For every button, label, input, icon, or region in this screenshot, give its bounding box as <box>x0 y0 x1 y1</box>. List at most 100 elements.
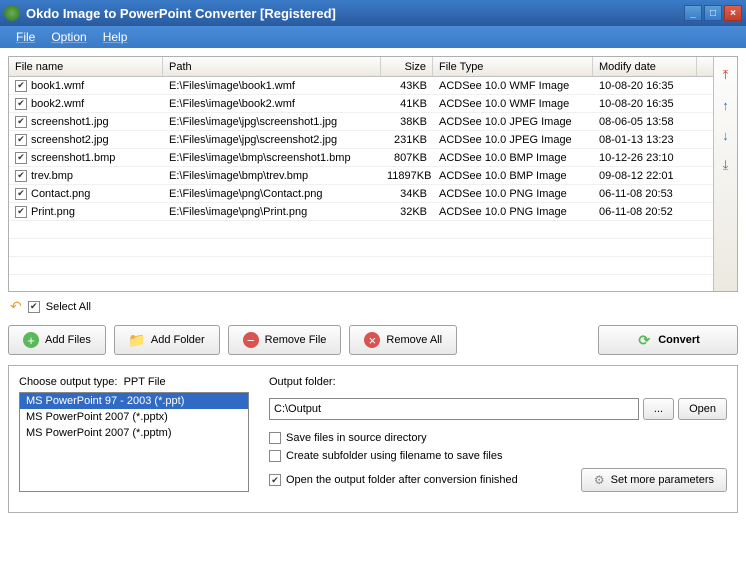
plus-icon: + <box>23 332 39 348</box>
cell-type: ACDSee 10.0 JPEG Image <box>433 115 593 129</box>
convert-label: Convert <box>658 334 700 346</box>
file-list-panel: File name Path Size File Type Modify dat… <box>8 56 738 292</box>
cell-name: screenshot1.jpg <box>31 116 109 128</box>
convert-button[interactable]: ⟳ Convert <box>598 325 738 355</box>
row-checkbox[interactable] <box>15 206 27 218</box>
cell-date: 08-06-05 13:58 <box>593 115 697 129</box>
cell-date: 06-11-08 20:53 <box>593 187 697 201</box>
subfolder-label: Create subfolder using filename to save … <box>286 450 502 462</box>
save-source-label: Save files in source directory <box>286 432 427 444</box>
col-header-name[interactable]: File name <box>9 57 163 76</box>
cell-date: 08-01-13 13:23 <box>593 133 697 147</box>
browse-button[interactable]: ... <box>643 398 674 420</box>
open-after-checkbox[interactable] <box>269 474 281 486</box>
output-type-item[interactable]: MS PowerPoint 97 - 2003 (*.ppt) <box>20 393 248 409</box>
cell-date: 10-08-20 16:35 <box>593 79 697 93</box>
move-up-button[interactable]: ↑ <box>718 97 734 113</box>
output-type-listbox[interactable]: MS PowerPoint 97 - 2003 (*.ppt)MS PowerP… <box>19 392 249 492</box>
table-row[interactable]: book1.wmfE:\Files\image\book1.wmf43KBACD… <box>9 77 713 95</box>
cell-name: Contact.png <box>31 188 90 200</box>
remove-all-button[interactable]: × Remove All <box>349 325 457 355</box>
subfolder-checkbox[interactable] <box>269 450 281 462</box>
window-title: Okdo Image to PowerPoint Converter [Regi… <box>26 6 684 21</box>
col-header-date[interactable]: Modify date <box>593 57 697 76</box>
cell-type: ACDSee 10.0 WMF Image <box>433 79 593 93</box>
add-folder-label: Add Folder <box>151 334 205 346</box>
select-all-label: Select All <box>46 301 91 313</box>
move-down-button[interactable]: ↓ <box>718 127 734 143</box>
cell-name: screenshot1.bmp <box>31 152 115 164</box>
move-bottom-button[interactable]: ⤓ <box>718 157 734 173</box>
table-row-empty <box>9 257 713 275</box>
convert-icon: ⟳ <box>636 332 652 348</box>
cell-type: ACDSee 10.0 BMP Image <box>433 151 593 165</box>
minus-icon: − <box>243 332 259 348</box>
output-panel: Choose output type: PPT File MS PowerPoi… <box>8 365 738 513</box>
cell-size: 807KB <box>381 151 433 165</box>
cell-type: ACDSee 10.0 WMF Image <box>433 97 593 111</box>
remove-file-button[interactable]: − Remove File <box>228 325 342 355</box>
table-row[interactable]: Contact.png E:\Files\image\png\Contact.pn… <box>9 185 713 203</box>
table-row[interactable]: trev.bmpE:\Files\image\bmp\trev.bmp11897… <box>9 167 713 185</box>
cell-size: 38KB <box>381 115 433 129</box>
cell-path: E:\Files\image\png\Contact.png <box>163 187 381 201</box>
cell-path: E:\Files\image\png\Print.png <box>163 205 381 219</box>
folder-icon: 📁 <box>129 332 145 348</box>
menu-file[interactable]: File <box>8 30 43 44</box>
cell-size: 41KB <box>381 97 433 111</box>
row-checkbox[interactable] <box>15 80 27 92</box>
more-params-label: Set more parameters <box>611 474 714 486</box>
row-checkbox[interactable] <box>15 152 27 164</box>
table-row-empty <box>9 221 713 239</box>
row-checkbox[interactable] <box>15 170 27 182</box>
cell-path: E:\Files\image\bmp\screenshot1.bmp <box>163 151 381 165</box>
cell-path: E:\Files\image\book2.wmf <box>163 97 381 111</box>
table-row[interactable]: screenshot2.jpg E:\Files\image\jpg\screen… <box>9 131 713 149</box>
output-type-label: Choose output type: PPT File <box>19 376 249 388</box>
cell-path: E:\Files\image\jpg\screenshot2.jpg <box>163 133 381 147</box>
output-folder-input[interactable] <box>269 398 639 420</box>
cell-size: 11897KB <box>381 169 433 183</box>
move-top-button[interactable]: ⤒ <box>718 67 734 83</box>
open-after-label: Open the output folder after conversion … <box>286 474 518 486</box>
remove-file-label: Remove File <box>265 334 327 346</box>
add-files-label: Add Files <box>45 334 91 346</box>
cell-date: 10-12-26 23:10 <box>593 151 697 165</box>
cell-size: 34KB <box>381 187 433 201</box>
table-row[interactable]: Print.pngE:\Files\image\png\Print.png32K… <box>9 203 713 221</box>
add-files-button[interactable]: + Add Files <box>8 325 106 355</box>
row-checkbox[interactable] <box>15 116 27 128</box>
row-checkbox[interactable] <box>15 98 27 110</box>
add-folder-button[interactable]: 📁 Add Folder <box>114 325 220 355</box>
reorder-toolbar: ⤒ ↑ ↓ ⤓ <box>713 57 737 291</box>
row-checkbox[interactable] <box>15 134 27 146</box>
col-header-path[interactable]: Path <box>163 57 381 76</box>
close-button[interactable]: × <box>724 5 742 21</box>
table-row[interactable]: screenshot1.jpgE:\Files\image\jpg\screen… <box>9 113 713 131</box>
table-row[interactable]: screenshot1.bmp E:\Files\image\bmp\screen… <box>9 149 713 167</box>
col-header-size[interactable]: Size <box>381 57 433 76</box>
menu-help[interactable]: Help <box>95 30 136 44</box>
row-checkbox[interactable] <box>15 188 27 200</box>
select-all-checkbox[interactable] <box>28 301 40 313</box>
table-body: book1.wmfE:\Files\image\book1.wmf43KBACD… <box>9 77 713 291</box>
remove-all-label: Remove All <box>386 334 442 346</box>
set-more-parameters-button[interactable]: ⚙ Set more parameters <box>581 468 727 492</box>
cell-type: ACDSee 10.0 JPEG Image <box>433 133 593 147</box>
col-header-type[interactable]: File Type <box>433 57 593 76</box>
open-folder-button[interactable]: Open <box>678 398 727 420</box>
minimize-button[interactable]: _ <box>684 5 702 21</box>
output-type-item[interactable]: MS PowerPoint 2007 (*.pptx) <box>20 409 248 425</box>
output-type-item[interactable]: MS PowerPoint 2007 (*.pptm) <box>20 425 248 441</box>
menu-option[interactable]: Option <box>43 30 94 44</box>
cell-size: 43KB <box>381 79 433 93</box>
cell-name: book1.wmf <box>31 80 84 92</box>
table-row-empty <box>9 275 713 291</box>
cell-name: screenshot2.jpg <box>31 134 109 146</box>
cell-type: ACDSee 10.0 PNG Image <box>433 205 593 219</box>
maximize-button[interactable]: □ <box>704 5 722 21</box>
table-row[interactable]: book2.wmfE:\Files\image\book2.wmf41KBACD… <box>9 95 713 113</box>
save-source-checkbox[interactable] <box>269 432 281 444</box>
table-row-empty <box>9 239 713 257</box>
cell-date: 10-08-20 16:35 <box>593 97 697 111</box>
